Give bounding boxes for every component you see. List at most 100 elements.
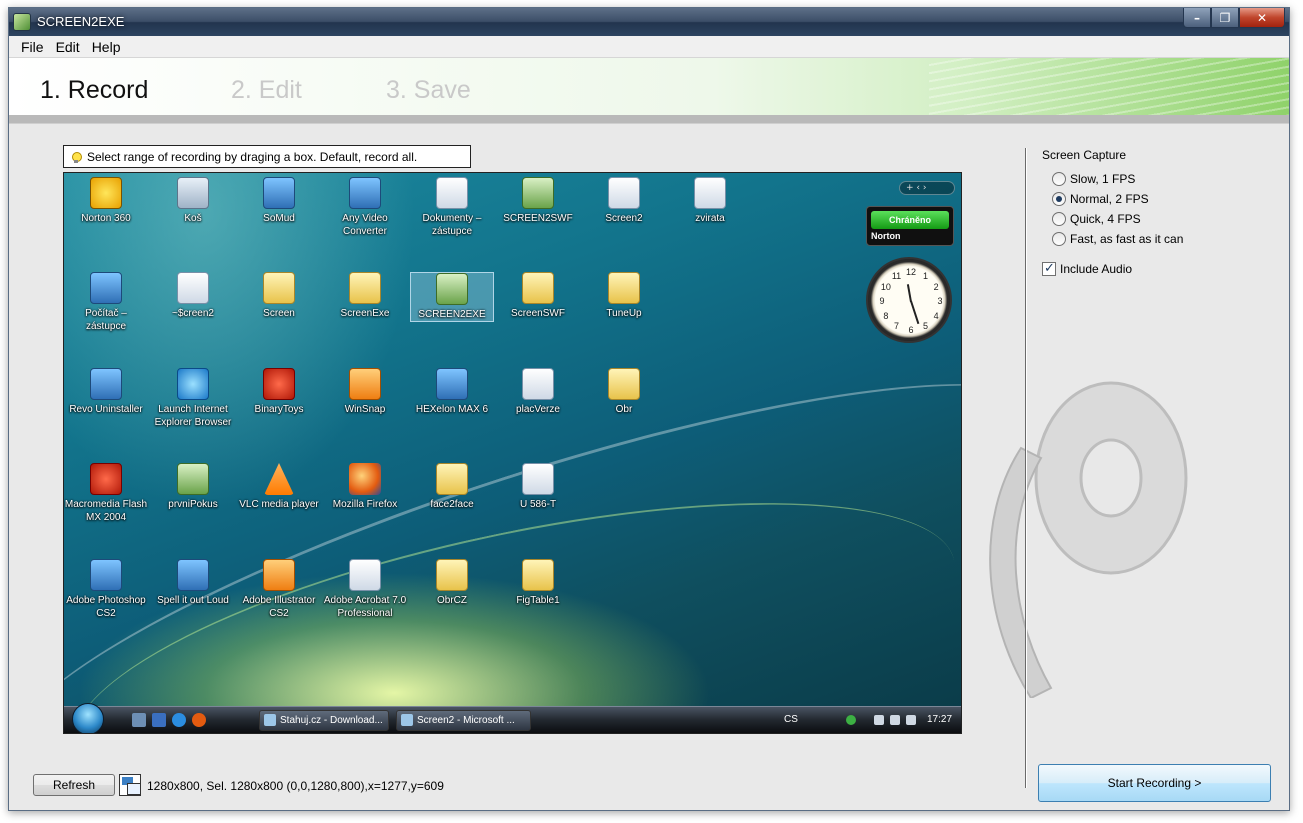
desktop-icon: Dokumenty – zástupce [410,177,494,238]
start-recording-button[interactable]: Start Recording > [1038,764,1271,802]
volume-tray-icon [906,715,916,725]
illustrator-icon [263,559,295,591]
clock-number: 2 [933,281,939,292]
vlc-file-icon [522,368,554,400]
desktop-icon-label: U 586-T [519,499,557,510]
app-icon [349,368,381,400]
desktop-icon: Screen [237,272,321,320]
select-region-icon[interactable] [119,774,141,796]
fps-option-fast[interactable]: Fast, as fast as it can [1052,229,1282,249]
vlc-icon [264,463,294,495]
hint-box: Select range of recording by draging a b… [63,145,471,168]
clock-number: 9 [879,296,885,306]
desktop-icon-label: ScreenSWF [511,308,565,319]
app-icon [177,559,209,591]
desktop-icon-label: VLC media player [239,499,319,510]
desktop-icon-label: SoMud [263,213,295,224]
taskbar-item-screen2: Screen2 - Microsoft ... [396,710,531,731]
photoshop-icon [90,559,122,591]
desktop-icon: Screen2 [582,177,666,225]
norton-gadget: Chráněno Norton [866,206,954,246]
close-button[interactable]: ✕ [1239,8,1285,28]
desktop-icon: SCREEN2EXE [410,272,494,322]
folder-icon [522,559,554,591]
desktop-icon-label: prvniPokus [168,499,218,510]
desktop-icon: ScreenSWF [496,272,580,320]
desktop-icon-label: placVerze [516,404,560,415]
radio-normal[interactable] [1052,192,1066,206]
app-icon [263,177,295,209]
desktop-icon: Norton 360 [64,177,148,225]
fps-option-normal[interactable]: Normal, 2 FPS [1052,189,1282,209]
fps-option-label: Slow, 1 FPS [1070,172,1136,186]
fps-option-slow[interactable]: Slow, 1 FPS [1052,169,1282,189]
step-record[interactable]: 1. Record [40,76,148,105]
desktop-icon: SoMud [237,177,321,225]
radio-quick[interactable] [1052,212,1066,226]
menu-help[interactable]: Help [86,39,127,55]
app-window: SCREEN2EXE – ❐ ✕ File Edit Help 1. Recor… [8,7,1290,811]
minimize-icon: – [1194,10,1200,25]
show-desktop-icon [132,713,146,727]
taskbar: Stahuj.cz - Download... Screen2 - Micros… [64,703,961,733]
desktop-icon-label: Adobe Acrobat 7.0 Professional [323,595,407,619]
menu-edit[interactable]: Edit [50,39,86,55]
clock-hour-hand [906,284,912,303]
clock-minute-hand [910,300,920,325]
desktop-icon: SCREEN2SWF [496,177,580,225]
step-edit[interactable]: 2. Edit [231,76,302,105]
include-audio-checkbox[interactable] [1042,260,1056,276]
folder-icon [436,463,468,495]
title-bar[interactable]: SCREEN2EXE – ❐ ✕ [9,8,1289,36]
desktop-icon: Spell it out Loud [151,559,235,607]
desktop-icon-label: face2face [430,499,474,510]
monitor-tray-icon [890,715,900,725]
radio-slow[interactable] [1052,172,1066,186]
app-logo-icon [13,13,31,31]
document-icon [522,463,554,495]
desktop-icon-label: Obr [615,404,633,415]
refresh-button[interactable]: Refresh [33,774,115,796]
desktop-icon-label: ObrCZ [437,595,467,606]
start-button-icon [72,703,104,733]
desktop-icon-label: Screen2 [605,213,643,224]
radio-fast[interactable] [1052,232,1066,246]
step-save[interactable]: 3. Save [386,76,471,105]
desktop-icon: ScreenExe [323,272,407,320]
hint-text: Select range of recording by draging a b… [87,149,418,164]
menu-file[interactable]: File [15,39,50,55]
app-icon [349,177,381,209]
desktop-icon-label: WinSnap [344,404,386,415]
desktop-icon: BinaryToys [237,368,321,416]
desktop-icon-label: ScreenExe [340,308,390,319]
fps-option-label: Normal, 2 FPS [1070,192,1149,206]
capture-preview[interactable]: + ‹ › Chráněno Norton 12 1 2 3 4 5 6 7 8 9 10 11 St… [63,172,962,734]
window-title: SCREEN2EXE [37,14,125,29]
document-icon [694,177,726,209]
desktop-icon-label: BinaryToys [254,404,304,415]
network-tray-icon [874,715,884,725]
folder-icon [349,272,381,304]
norton-brand: Norton [871,231,901,241]
fps-option-quick[interactable]: Quick, 4 FPS [1052,209,1282,229]
desktop-icon-label: Spell it out Loud [157,595,229,606]
ie-icon [177,368,209,400]
minimize-button[interactable]: – [1183,8,1211,28]
desktop-icon: TuneUp [582,272,666,320]
panel-divider [1025,148,1027,788]
desktop-icon: face2face [410,463,494,511]
restore-button[interactable]: ❐ [1211,8,1239,28]
clock-number: 5 [922,321,928,332]
app-icon [177,463,209,495]
desktop-icon: WinSnap [323,368,407,416]
folder-icon [436,559,468,591]
clock-number: 12 [905,267,916,277]
desktop-icon-label: Adobe Photoshop CS2 [66,595,146,619]
desktop-icon: Obr [582,368,666,416]
desktop-icon-label: ~$creen2 [172,308,214,319]
document-icon [608,177,640,209]
status-text: 1280x800, Sel. 1280x800 (0,0,1280,800),x… [147,779,444,793]
app-icon [522,177,554,209]
include-audio-option[interactable]: Include Audio [1042,259,1282,279]
desktop-icon: Koš [151,177,235,225]
